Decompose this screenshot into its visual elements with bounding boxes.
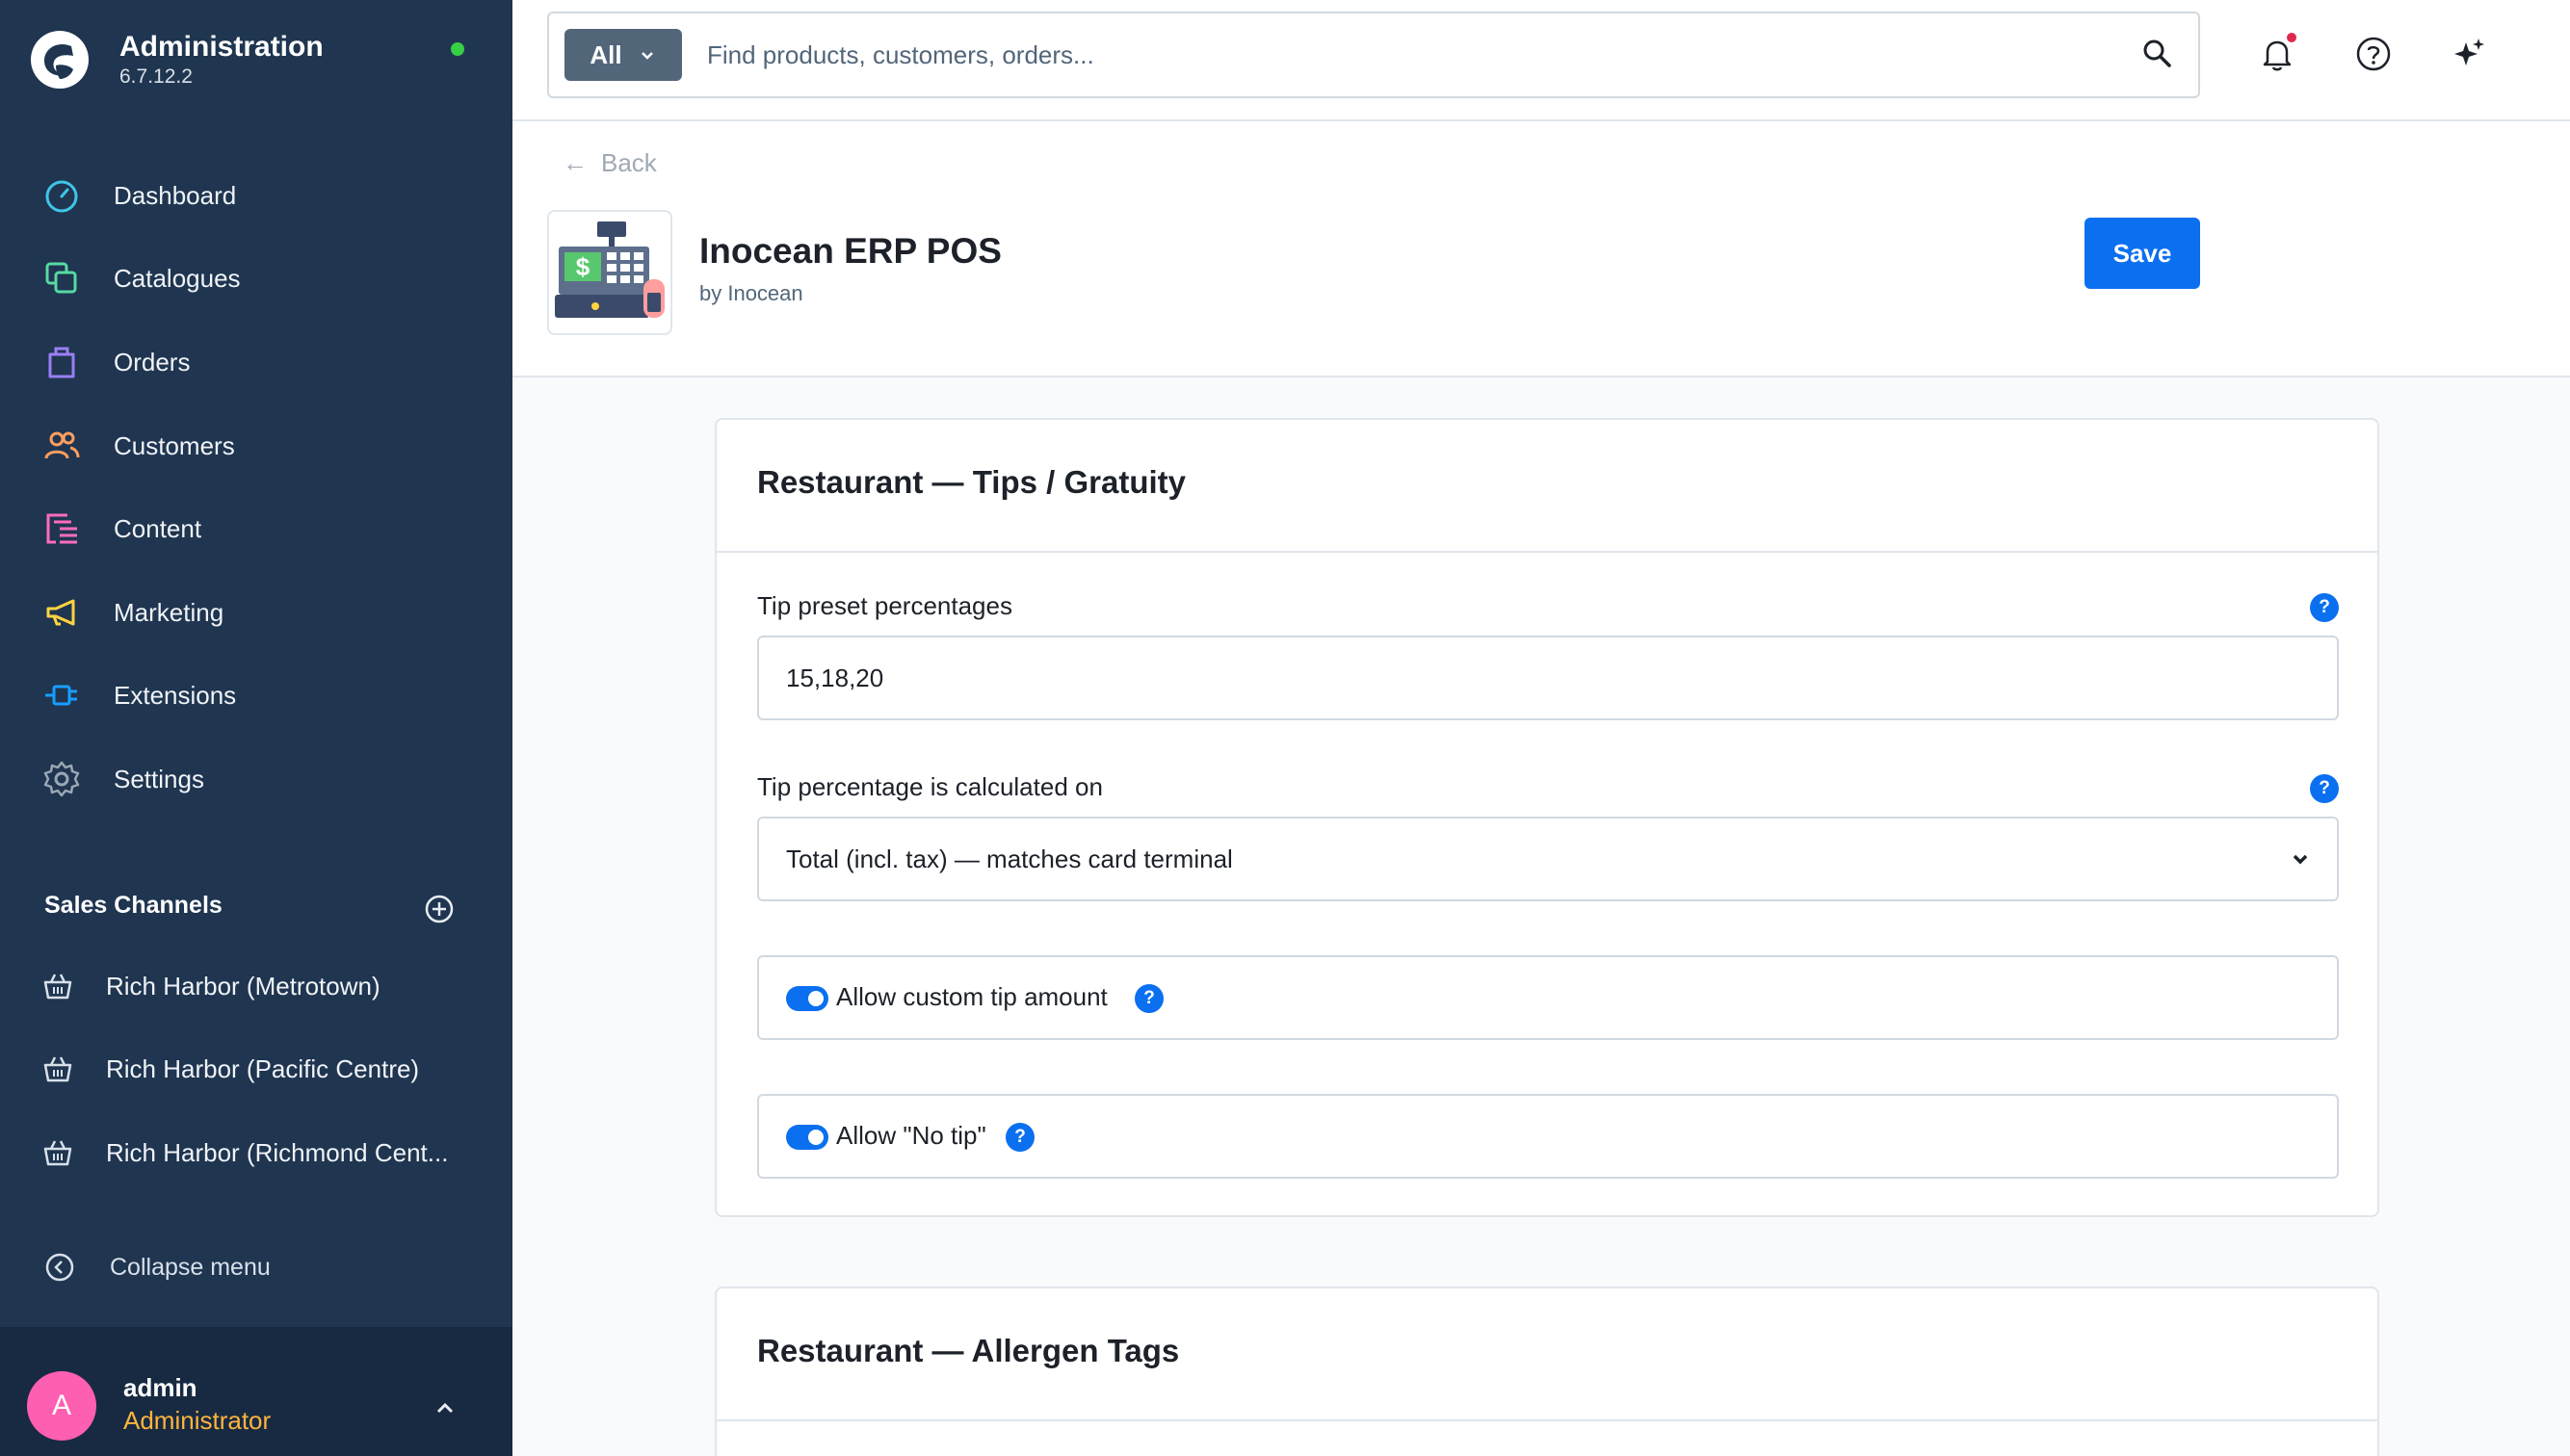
settings-icon [40, 758, 83, 800]
app-author: by Inocean [699, 281, 803, 305]
search-type-dropdown[interactable]: All [564, 29, 682, 81]
divider [717, 551, 2377, 553]
tip-preset-input[interactable]: 15,18,20 [757, 636, 2339, 720]
app-version: 6.7.12.2 [119, 65, 193, 88]
help-icon[interactable]: ? [1006, 1123, 1035, 1152]
extensions-icon [40, 674, 83, 716]
search-icon[interactable] [2140, 37, 2173, 69]
arrow-left-icon: ← [563, 148, 588, 177]
help-icon[interactable]: ? [2310, 593, 2339, 622]
dashboard-icon [40, 174, 83, 217]
online-status-indicator [451, 42, 464, 56]
user-role: Administrator [123, 1406, 272, 1435]
help-icon[interactable] [2352, 33, 2395, 75]
nav-item-customers[interactable]: Customers [40, 422, 235, 470]
nav-item-label: Dashboard [114, 180, 237, 210]
nav-item-label: Marketing [114, 597, 224, 627]
collapse-menu-label: Collapse menu [110, 1253, 271, 1281]
customers-icon [40, 425, 83, 467]
card-title: Restaurant — Allergen Tags [757, 1333, 1180, 1368]
tip-calc-label: Tip percentage is calculated on [757, 772, 1103, 801]
shopware-logo-icon [31, 31, 89, 89]
app-title: Administration [119, 31, 324, 63]
search-type-label: All [590, 39, 622, 69]
nav-item-label: Orders [114, 347, 191, 377]
nav-item-dashboard[interactable]: Dashboard [40, 171, 236, 220]
help-icon[interactable]: ? [2310, 774, 2339, 803]
nav-item-label: Customers [114, 430, 235, 460]
user-name: admin [123, 1373, 197, 1402]
cash-register-icon: $ [555, 221, 665, 318]
nav-item-label: Content [114, 513, 202, 543]
collapse-chevron-icon [45, 1253, 74, 1282]
page-title: Inocean ERP POS [699, 231, 1002, 271]
chevron-down-icon [2293, 854, 2308, 865]
add-sales-channel-icon[interactable] [424, 894, 455, 924]
nav-item-extensions[interactable]: Extensions [40, 671, 236, 719]
marketing-icon [40, 591, 83, 634]
divider [717, 1419, 2377, 1421]
sales-channel-label: Rich Harbor (Pacific Centre) [106, 1053, 420, 1083]
svg-text:$: $ [576, 252, 590, 281]
sidebar: Administration 6.7.12.2 Dashboard Catalo… [0, 0, 512, 1456]
sales-channel-item[interactable]: Rich Harbor (Metrotown) [40, 965, 380, 1007]
notification-badge [2287, 33, 2296, 42]
nav-item-label: Extensions [114, 680, 237, 710]
search-input[interactable] [707, 33, 2094, 77]
collapse-menu-button[interactable]: Collapse menu [44, 1252, 271, 1283]
help-icon[interactable]: ? [1135, 984, 1164, 1013]
avatar[interactable]: A [27, 1371, 96, 1441]
allergen-tags-card: Restaurant — Allergen Tags [715, 1287, 2379, 1456]
catalogues-icon [40, 257, 83, 299]
sales-channel-label: Rich Harbor (Richmond Cent... [106, 1137, 449, 1167]
orders-icon [40, 341, 83, 383]
nav-item-orders[interactable]: Orders [40, 338, 190, 386]
tips-gratuity-card: Restaurant — Tips / Gratuity Tip preset … [715, 418, 2379, 1217]
sales-channel-item[interactable]: Rich Harbor (Pacific Centre) [40, 1048, 419, 1090]
chevron-up-icon[interactable] [432, 1394, 459, 1421]
nav-item-settings[interactable]: Settings [40, 755, 204, 803]
card-title: Restaurant — Tips / Gratuity [757, 464, 1186, 500]
sales-channel-item[interactable]: Rich Harbor (Richmond Cent... [40, 1131, 448, 1174]
tip-preset-label: Tip preset percentages [757, 591, 1012, 620]
nav-item-content[interactable]: Content [40, 505, 201, 553]
storefront-basket-icon [43, 1140, 72, 1166]
sales-channel-label: Rich Harbor (Metrotown) [106, 971, 380, 1001]
content-icon [40, 507, 83, 550]
nav-item-label: Catalogues [114, 263, 241, 293]
custom-tip-label: Allow custom tip amount [836, 982, 1108, 1011]
ai-sparkle-icon[interactable] [2449, 33, 2491, 75]
nav-item-catalogues[interactable]: Catalogues [40, 254, 241, 302]
sales-channels-title: Sales Channels [44, 892, 223, 919]
back-label: Back [601, 148, 657, 177]
no-tip-toggle-field: Allow "No tip" ? [757, 1094, 2339, 1179]
custom-tip-toggle-field: Allow custom tip amount ? [757, 955, 2339, 1040]
back-link[interactable]: ← Back [563, 148, 657, 178]
nav-item-label: Settings [114, 764, 204, 793]
brand[interactable]: Administration 6.7.12.2 [29, 29, 324, 91]
custom-tip-toggle[interactable] [786, 986, 828, 1011]
app-icon: $ [547, 210, 672, 335]
no-tip-label: Allow "No tip" [836, 1121, 986, 1150]
chevron-down-icon [641, 52, 653, 60]
nav-item-marketing[interactable]: Marketing [40, 588, 223, 637]
storefront-basket-icon [43, 1056, 72, 1082]
save-button[interactable]: Save [2085, 218, 2200, 289]
tip-calc-select[interactable]: Total (incl. tax) — matches card termina… [757, 817, 2339, 901]
storefront-basket-icon [43, 974, 72, 1000]
no-tip-toggle[interactable] [786, 1125, 828, 1150]
tip-calc-selected-value: Total (incl. tax) — matches card termina… [786, 844, 1233, 873]
